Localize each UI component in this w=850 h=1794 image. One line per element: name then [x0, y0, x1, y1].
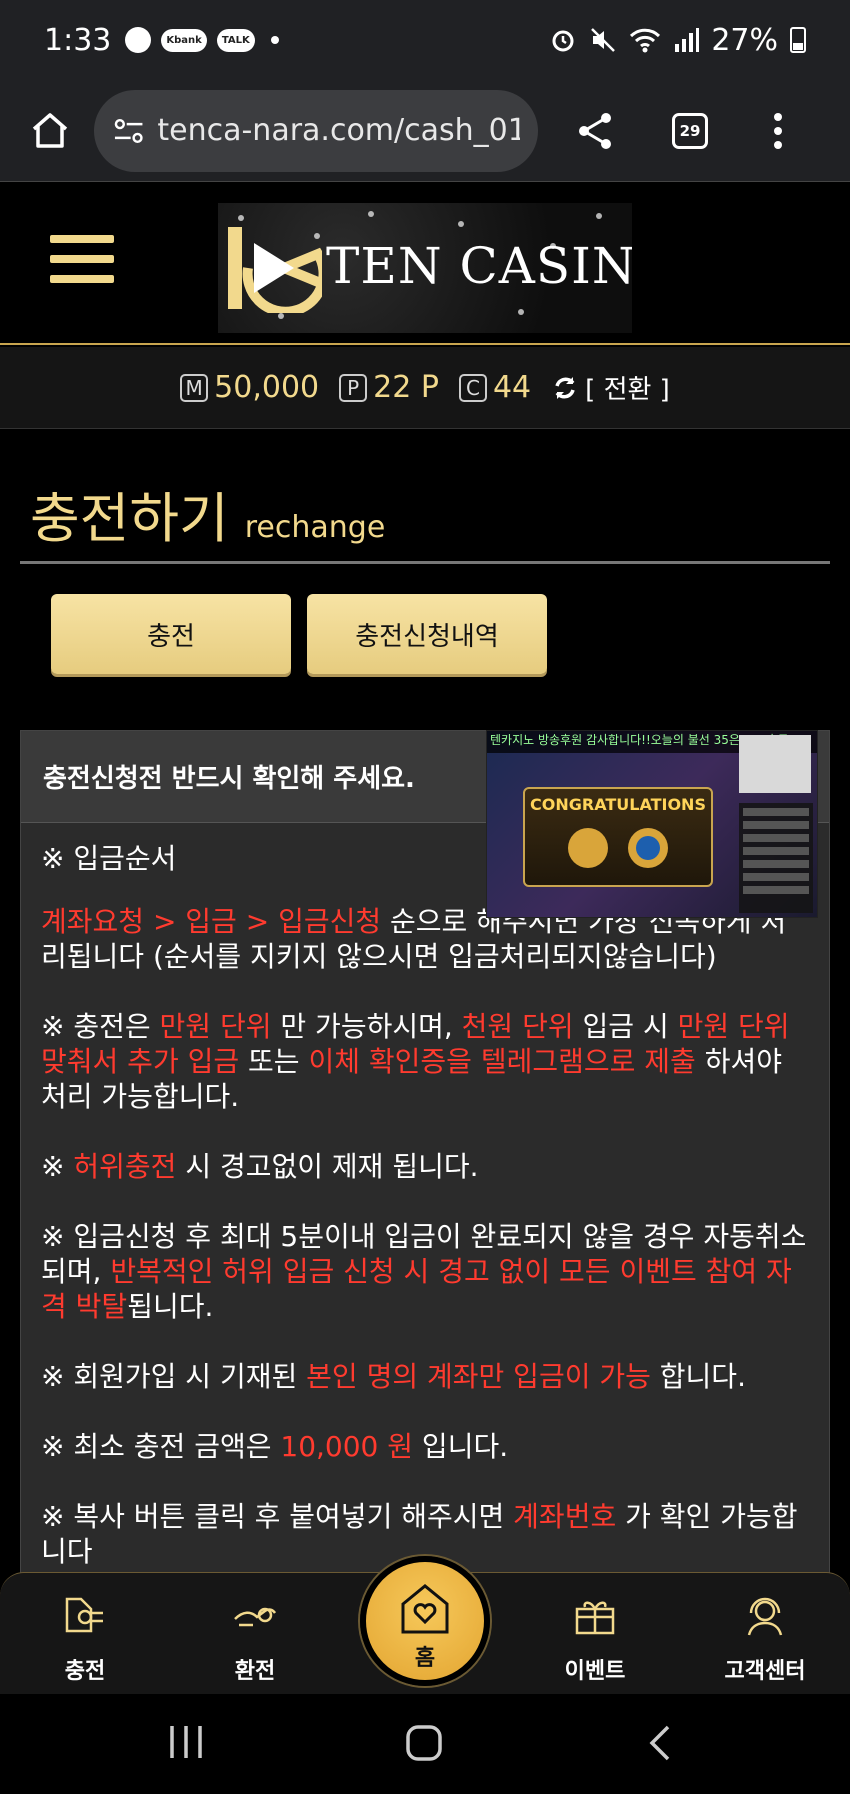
logo-text: TEN CASINO [326, 237, 632, 295]
nav-event-label: 이벤트 [564, 1659, 626, 1684]
points-bar: M 50,000 P 22 P C 44 [ 전환 ] [0, 347, 850, 429]
nav-home-button[interactable]: 홈 [360, 1556, 490, 1686]
tab-charge[interactable]: 충전 [51, 594, 291, 674]
site-settings-icon[interactable] [112, 116, 145, 146]
nav-exchange-label: 환전 [234, 1659, 276, 1684]
android-navigation-bar [0, 1694, 850, 1794]
point-value: 22 P [373, 370, 439, 405]
recent-apps-icon[interactable] [168, 1724, 204, 1760]
status-bar: 1:33 Kbank TALK 27% [0, 0, 850, 80]
nav-exchange[interactable]: 환전 [195, 1591, 315, 1685]
nav-charge-label: 충전 [64, 1659, 106, 1684]
charge-unit-notice: ※ 충전은 만원 단위 만 가능하시며, 천원 단위 입금 시 만원 단위 맞춰… [41, 1010, 790, 1113]
medal-icon [568, 828, 668, 868]
nav-support-label: 고객센터 [724, 1659, 806, 1684]
nav-home-label: 홈 [414, 1646, 436, 1671]
money-value: 50,000 [214, 370, 320, 405]
nav-charge[interactable]: 충전 [25, 1591, 145, 1685]
tab-switcher-button[interactable]: 29 [672, 112, 708, 149]
page-title: 충전하기 rechange [30, 474, 385, 553]
signal-icon [675, 28, 700, 52]
own-account-notice: ※ 회원가입 시 기재된 본인 명의 계좌만 입금이 가능 합니다. [41, 1360, 746, 1393]
comp-value: 44 [492, 370, 532, 405]
home-heart-icon [401, 1584, 449, 1634]
exchange-hand-icon [234, 1607, 277, 1627]
talk-icon: TALK [216, 28, 255, 52]
page-title-korean: 충전하기 [30, 487, 229, 550]
site-header: TEN CASINO [0, 183, 850, 345]
url-text: tenca-nara.com/cash_01 [157, 113, 520, 148]
refresh-icon [555, 376, 575, 399]
chat-overlay [739, 803, 813, 913]
share-icon[interactable] [574, 110, 616, 152]
page-title-english: rechange [244, 510, 386, 545]
title-divider [20, 561, 830, 564]
kbank-icon: Kbank [161, 28, 207, 52]
alarm-icon [552, 30, 574, 52]
address-bar[interactable]: tenca-nara.com/cash_01 [94, 89, 538, 172]
point-badge-icon: P [339, 373, 368, 402]
nav-support[interactable]: 고객센터 [705, 1591, 825, 1685]
congratulations-banner: CONGRATULATIONS [523, 787, 713, 887]
streamer-cam [739, 735, 811, 793]
comp-balance: C 44 [458, 370, 532, 405]
notice-body: ※ 입금순서 계좌요청 > 입금 > 입금신청 순으로 해주시면 가장 신속하게… [21, 823, 829, 1579]
floating-video-player[interactable]: 텐카지노 방송후원 감사합니다!!오늘의 불선 35은 105출금 CONGRA… [486, 730, 818, 918]
money-badge-icon: M [180, 373, 209, 402]
convert-button[interactable]: [ 전환 ] [551, 369, 670, 406]
congratulations-text: CONGRATULATIONS [530, 795, 706, 814]
more-notifications-icon [270, 36, 279, 44]
point-balance: P 22 P [339, 370, 439, 405]
back-icon[interactable] [648, 1724, 672, 1762]
tab-charge-history[interactable]: 충전신청내역 [307, 594, 547, 674]
auto-cancel-notice: ※ 입금신청 후 최대 5분이내 입금이 완료되지 않을 경우 자동취소 되며,… [41, 1220, 807, 1323]
wifi-icon [630, 28, 661, 53]
convert-label: [ 전환 ] [585, 375, 670, 405]
battery-percent: 27% [711, 22, 778, 58]
battery-icon [790, 27, 806, 53]
logo-mark-icon [228, 227, 322, 313]
mute-icon [591, 28, 616, 52]
home-icon[interactable] [28, 109, 72, 153]
ten-casino-logo[interactable]: TEN CASINO [218, 203, 632, 333]
notification-icons: Kbank TALK [125, 27, 279, 53]
headset-icon [747, 1597, 783, 1636]
hamburger-menu-icon[interactable] [50, 235, 114, 295]
browser-toolbar: tenca-nara.com/cash_01 29 [0, 80, 850, 182]
home-nav-icon[interactable] [405, 1724, 443, 1762]
gift-icon [575, 1601, 615, 1635]
money-balance: M 50,000 [180, 370, 319, 405]
false-charge-notice: ※ 허위충전 시 경고없이 제재 됩니다. [41, 1150, 479, 1183]
status-time: 1:33 [44, 22, 112, 58]
comp-badge-icon: C [458, 373, 487, 402]
nav-event[interactable]: 이벤트 [535, 1591, 655, 1685]
menu-kebab-icon[interactable] [772, 111, 784, 151]
link-icon [125, 27, 152, 53]
system-icons: 27% [549, 23, 806, 58]
minimum-amount-notice: ※ 최소 충전 금액은 10,000 원 입니다. [41, 1430, 509, 1463]
charge-hand-icon [65, 1597, 103, 1633]
